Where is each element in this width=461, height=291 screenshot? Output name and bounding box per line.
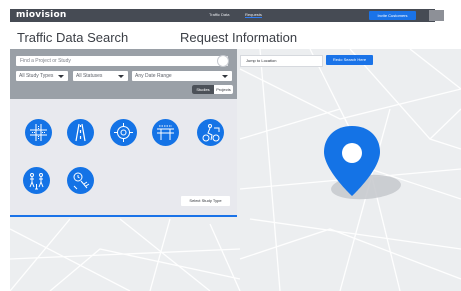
study-type-road-lanes[interactable]: [67, 119, 94, 146]
select-study-type-button[interactable]: Select Study Type: [181, 196, 230, 206]
top-navbar: miovision Traffic Data Requests Invite C…: [10, 9, 444, 22]
jump-to-location-input[interactable]: Jump to Location: [240, 55, 323, 67]
studies-projects-toggle: Studies Projects: [192, 85, 233, 94]
date-range-label: Any Date Range: [135, 73, 172, 79]
redo-search-button[interactable]: Redo Search Here: [326, 55, 373, 65]
study-type-bridge[interactable]: [152, 119, 179, 146]
roundabout-icon: [114, 123, 133, 142]
location-pin-icon: [324, 126, 401, 200]
logo[interactable]: miovision: [16, 10, 66, 20]
search-button[interactable]: [217, 55, 229, 67]
statuses-label: All Statuses: [76, 73, 103, 79]
panel-accent-line: [10, 215, 237, 217]
search-panel-header: Find a Project or Study All Study Types …: [10, 49, 237, 99]
intersection-icon: [30, 124, 47, 141]
avatar[interactable]: [429, 10, 444, 21]
date-range-select[interactable]: Any Date Range: [132, 71, 232, 81]
map-pin[interactable]: [320, 126, 404, 207]
tab-studies[interactable]: Studies: [192, 85, 214, 94]
study-type-pedestrians[interactable]: [23, 167, 50, 194]
search-panel: Find a Project or Study All Study Types …: [10, 49, 237, 217]
bridge-icon: [157, 125, 174, 140]
bicycle-icon: [202, 124, 220, 142]
search-placeholder: Find a Project or Study: [20, 58, 71, 64]
chevron-down-icon: [222, 75, 228, 78]
speed-gauge-icon: [73, 172, 90, 190]
chevron-down-icon: [58, 75, 64, 78]
chevron-down-icon: [118, 75, 124, 78]
study-type-speed[interactable]: [67, 167, 94, 194]
page-title-request-information: Request Information: [180, 30, 298, 45]
tab-projects[interactable]: Projects: [214, 85, 233, 94]
study-type-intersection[interactable]: [25, 119, 52, 146]
nav-requests[interactable]: Requests: [245, 12, 262, 18]
search-input[interactable]: Find a Project or Study: [16, 56, 228, 66]
study-type-roundabout[interactable]: [110, 119, 137, 146]
statuses-select[interactable]: All Statuses: [73, 71, 128, 81]
road-lanes-icon: [75, 123, 86, 142]
nav-traffic-data[interactable]: Traffic Data: [209, 12, 229, 17]
pedestrians-icon: [29, 173, 44, 190]
invite-customers-button[interactable]: Invite Customers: [369, 11, 416, 20]
study-types-label: All Study Types: [19, 73, 54, 79]
jump-to-location-label: Jump to Location: [246, 58, 277, 63]
study-types-select[interactable]: All Study Types: [16, 71, 68, 81]
page-title-traffic-data-search: Traffic Data Search: [17, 30, 129, 45]
study-type-bicycle[interactable]: [197, 119, 224, 146]
